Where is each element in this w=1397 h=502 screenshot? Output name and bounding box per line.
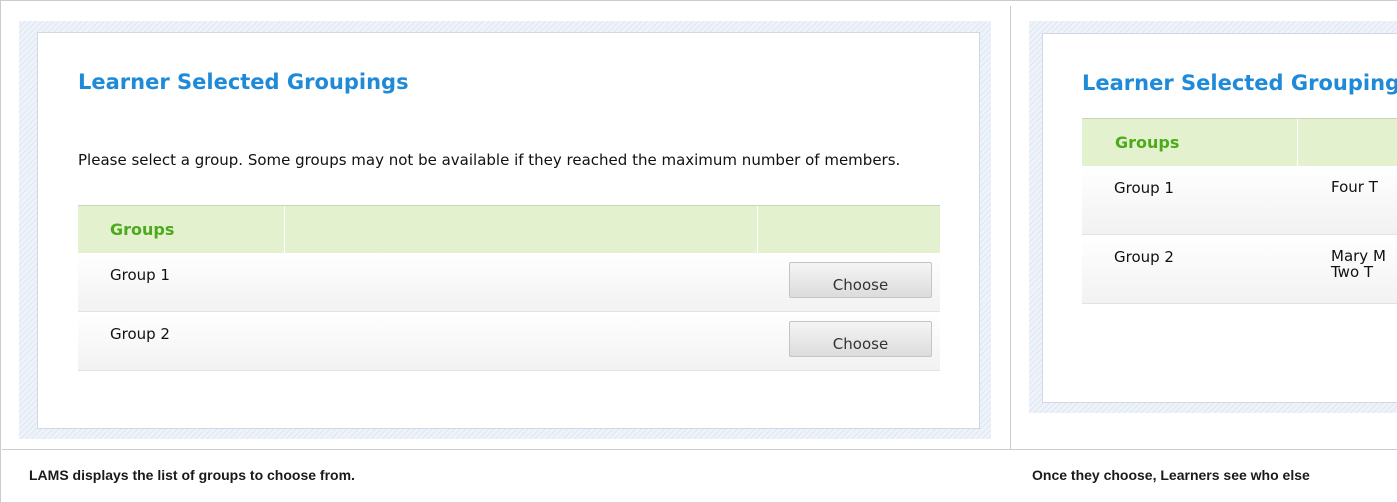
members-column-header [285,206,758,253]
group-name: Group 2 [110,325,170,343]
left-group-selection-card: Learner Selected Groupings Please select… [37,32,980,429]
groups-table: Groups Group 1 Choose Group 2 Choose [78,205,940,371]
right-screenshot-cell: Learner Selected Groupings Groups Group … [1011,6,1397,450]
group-name: Group 1 [1114,179,1174,197]
group-members: Four T [1331,179,1378,195]
group-name: Group 2 [1114,248,1174,266]
table-row: Group 1 Four T [1082,166,1397,235]
groups-column-header: Groups [78,206,285,253]
table-header: Groups [78,205,940,253]
page-title: Learner Selected Groupings [78,70,409,94]
choose-group-1-button[interactable]: Choose [789,262,932,298]
left-screenshot: Learner Selected Groupings Please select… [19,21,991,439]
table-row: Group 1 Choose [78,253,940,312]
doc-table: Learner Selected Groupings Please select… [0,0,1397,502]
instructions-text: Please select a group. Some groups may n… [78,151,901,169]
right-group-view-card: Learner Selected Groupings Groups Group … [1042,33,1397,403]
group-name: Group 1 [110,266,170,284]
table-row: Group 2 Choose [78,312,940,371]
left-caption: LAMS displays the list of groups to choo… [29,467,355,483]
right-caption: Once they choose, Learners see who else [1032,467,1310,483]
member-name: Two T [1331,263,1374,281]
right-screenshot: Learner Selected Groupings Groups Group … [1029,21,1397,413]
table-row: Group 2 Mary M Two T [1082,235,1397,304]
choose-group-2-button[interactable]: Choose [789,321,932,357]
groups-table: Groups Group 1 Four T Group 2 Mary M Two… [1082,118,1397,304]
group-members: Mary M Two T [1331,248,1386,280]
action-column-header [758,206,940,253]
table-header: Groups [1082,118,1397,166]
groups-column-header: Groups [1082,119,1298,166]
member-name: Four T [1331,178,1378,196]
members-column-header [1298,119,1397,166]
member-name: Mary M [1331,247,1386,265]
page-title: Learner Selected Groupings [1082,71,1397,95]
left-screenshot-cell: Learner Selected Groupings Please select… [2,6,1011,450]
